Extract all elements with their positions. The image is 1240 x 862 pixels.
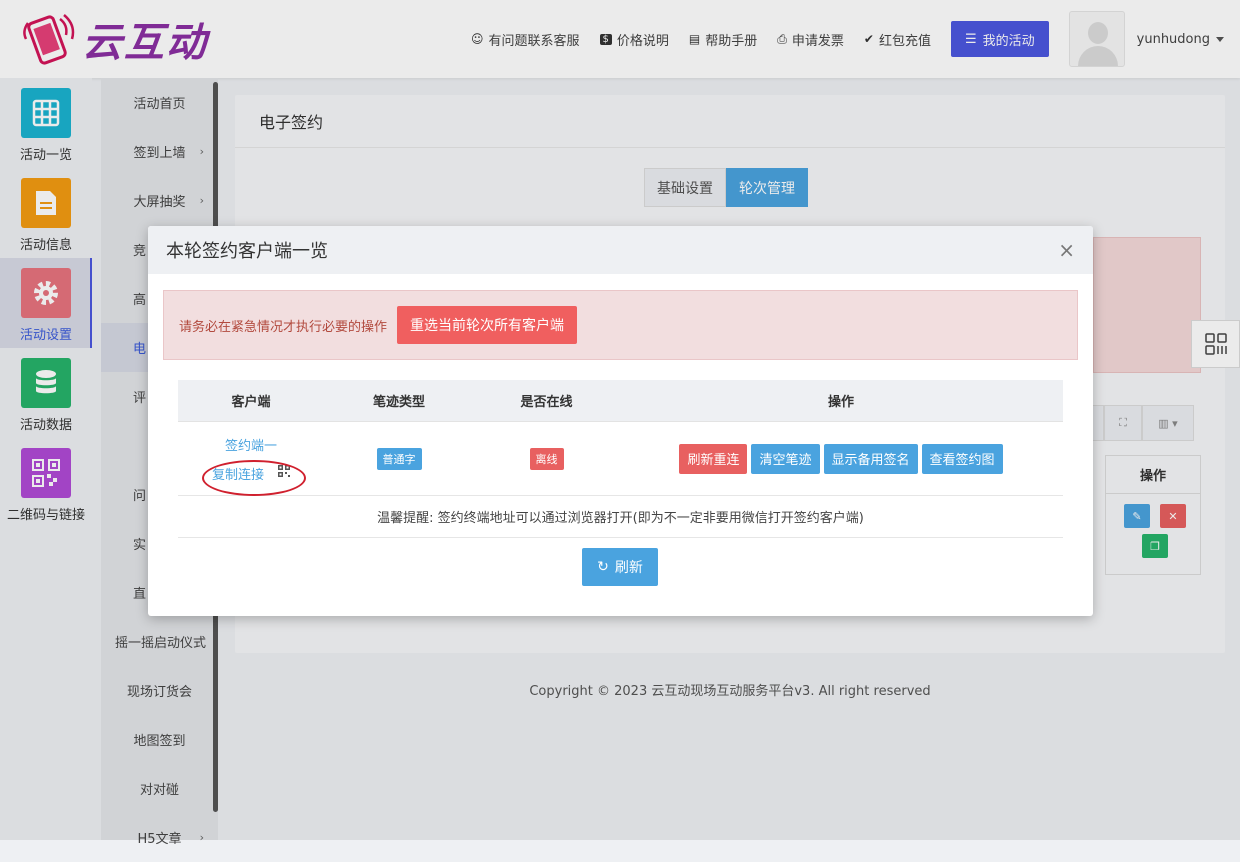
show-backup-signature-button[interactable]: 显示备用签名 [823,443,918,474]
refresh-label: 刷新 [614,560,643,576]
column-header: 操作 [827,395,854,410]
status-cell: 离线 [474,447,619,470]
warning-alert: 请务必在紧急情况才执行必要的操作 重选当前轮次所有客户端 [163,290,1078,360]
alert-text: 请务必在紧急情况才执行必要的操作 [179,319,388,335]
modal-title: 本轮签约客户端一览 [166,241,328,262]
actions-cell: 刷新重连 清空笔迹 显示备用签名 查看签约图 [619,443,1063,474]
close-icon[interactable]: × [1058,238,1075,262]
modal-header: 本轮签约客户端一览 × [148,226,1093,274]
clear-strokes-button[interactable]: 清空笔迹 [751,443,820,474]
highlight-annotation [202,460,306,496]
reconnect-button[interactable]: 刷新重连 [679,443,748,474]
stroke-type-badge: 普通字 [376,447,422,470]
client-list-modal: 本轮签约客户端一览 × 请务必在紧急情况才执行必要的操作 重选当前轮次所有客户端… [148,226,1093,616]
table-header: 客户端 笔迹类型 是否在线 操作 [178,380,1063,422]
status-badge: 离线 [529,447,564,470]
view-signature-button[interactable]: 查看签约图 [921,443,1003,474]
column-header: 笔迹类型 [372,395,425,410]
reselect-all-clients-button[interactable]: 重选当前轮次所有客户端 [397,306,578,344]
table-row: 签约端一 复制连接 普通字 离线 刷新重连 清空笔迹 显示备用签名 查看签约图 [178,422,1063,496]
type-cell: 普通字 [324,447,474,470]
client-table: 客户端 笔迹类型 是否在线 操作 签约端一 复制连接 普通字 离线 刷新重连 清… [178,380,1063,538]
column-header: 客户端 [231,395,271,410]
client-name-link[interactable]: 签约端一 [225,435,277,454]
column-header: 是否在线 [520,395,573,410]
refresh-icon: ↻ [597,559,609,575]
tip-text: 温馨提醒: 签约终端地址可以通过浏览器打开(即为不一定非要用微信打开签约客户端) [178,496,1063,538]
refresh-button[interactable]: ↻ 刷新 [582,548,658,586]
